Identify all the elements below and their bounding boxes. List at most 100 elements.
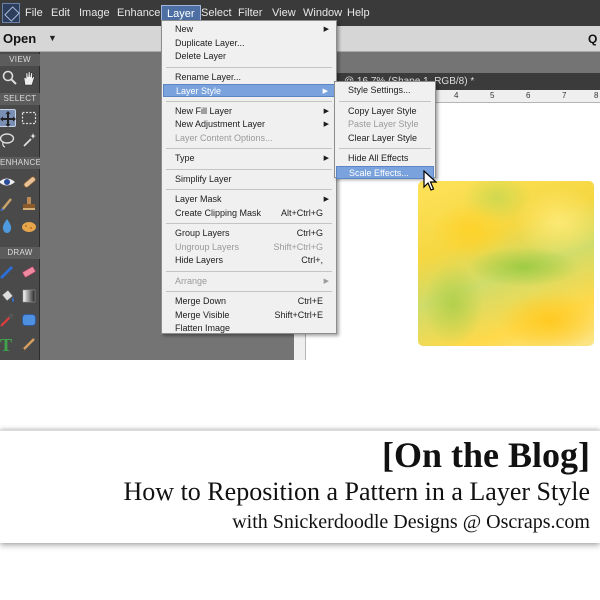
- brush-icon[interactable]: [0, 195, 16, 213]
- ruler-number: 4: [454, 91, 459, 100]
- menu-item-simplify-layer[interactable]: Simplify Layer: [163, 173, 335, 186]
- banner-byline: with Snickerdoodle Designs @ Oscraps.com: [232, 511, 590, 533]
- open-dropdown-icon[interactable]: ▼: [48, 33, 57, 43]
- watercolor-pattern-shape[interactable]: [418, 181, 594, 346]
- menu-item-paste-layer-style: Paste Layer Style: [336, 118, 434, 131]
- lasso-icon[interactable]: [0, 131, 16, 149]
- menu-item-layer-style[interactable]: Layer Style ▶: [163, 84, 335, 97]
- menu-item-label: Create Clipping Mask: [175, 207, 262, 218]
- menu-item-new-fill-layer[interactable]: New Fill Layer ▶: [163, 105, 335, 118]
- menu-item-label: Delete Layer: [175, 51, 227, 61]
- menu-item-flatten-image[interactable]: Flatten Image: [163, 322, 335, 335]
- shape-icon[interactable]: [20, 311, 38, 329]
- menu-item-delete-layer[interactable]: Delete Layer: [163, 50, 335, 63]
- menu-item-hide-layers[interactable]: Hide Layers Ctrl+,: [163, 254, 335, 267]
- eraser-icon[interactable]: [20, 263, 38, 281]
- menu-window[interactable]: Window: [303, 7, 342, 20]
- menu-item-style-settings[interactable]: Style Settings...: [336, 84, 434, 97]
- tool-panel: VIEW SELECT ENHANCE DRAW T: [0, 52, 42, 360]
- menu-edit[interactable]: Edit: [51, 7, 70, 20]
- menu-item-group-layers[interactable]: Group Layers Ctrl+G: [163, 227, 335, 240]
- menu-item-layer-mask[interactable]: Layer Mask ▶: [163, 193, 335, 206]
- menu-item-rename-layer[interactable]: Rename Layer...: [163, 71, 335, 84]
- menu-item-label: New: [175, 24, 194, 34]
- menu-item-scale-effects[interactable]: Scale Effects...: [336, 165, 434, 179]
- menu-view[interactable]: View: [272, 7, 296, 20]
- menu-item-label: Group Layers: [175, 228, 230, 238]
- menu-item-label: New Adjustment Layer: [175, 119, 266, 129]
- menu-item-label: Rename Layer...: [175, 71, 242, 82]
- clone-stamp-icon[interactable]: [20, 195, 38, 213]
- banner-heading: [On the Blog]: [381, 435, 590, 475]
- menu-image[interactable]: Image: [79, 7, 110, 20]
- layer-style-submenu: Style Settings... Copy Layer Style Paste L…: [334, 81, 436, 179]
- menu-separator: [166, 291, 332, 292]
- section-view: VIEW: [0, 54, 40, 66]
- menu-item-create-clipping-mask[interactable]: Create Clipping Mask Alt+Ctrl+G: [163, 207, 335, 220]
- blur-drop-icon[interactable]: [0, 217, 16, 235]
- eyedropper-icon[interactable]: [0, 311, 16, 329]
- menu-separator: [166, 223, 332, 224]
- move-icon[interactable]: [0, 109, 16, 127]
- menu-item-label: Clear Layer Style: [348, 132, 418, 143]
- menu-item-label: Layer Mask: [175, 194, 222, 204]
- menu-item-label: Hide All Effects: [348, 153, 409, 163]
- menu-enhance[interactable]: Enhance: [117, 7, 160, 20]
- menu-item-shortcut: Ctrl+G: [296, 228, 323, 238]
- sponge-icon[interactable]: [20, 217, 38, 235]
- zoom-icon[interactable]: [1, 69, 19, 87]
- menu-item-label: Simplify Layer: [175, 173, 232, 184]
- open-button[interactable]: Open: [3, 31, 36, 46]
- eye-icon[interactable]: [0, 173, 16, 191]
- menu-item-label: Flatten Image: [175, 323, 231, 333]
- menu-item-label: Scale Effects...: [349, 167, 409, 178]
- type-icon[interactable]: T: [0, 335, 16, 353]
- menu-item-label: Layer Style: [176, 86, 222, 96]
- menu-item-duplicate-layer[interactable]: Duplicate Layer...: [163, 37, 335, 50]
- magic-wand-icon[interactable]: [20, 131, 38, 149]
- marquee-icon[interactable]: [20, 109, 38, 127]
- menu-item-new-adjustment-layer[interactable]: New Adjustment Layer ▶: [163, 118, 335, 131]
- paint-bucket-icon[interactable]: [0, 287, 16, 305]
- pencil-icon[interactable]: [0, 263, 16, 281]
- menu-item-label: Duplicate Layer...: [175, 37, 245, 48]
- menu-item-clear-layer-style[interactable]: Clear Layer Style: [336, 132, 434, 145]
- section-select: SELECT: [0, 93, 40, 105]
- menu-item-label: Hide Layers: [175, 255, 224, 265]
- svg-text:T: T: [0, 335, 12, 353]
- section-draw: DRAW: [0, 247, 40, 259]
- pencil2-icon[interactable]: [20, 335, 38, 353]
- menu-item-layer-content-options: Layer Content Options...: [163, 132, 335, 145]
- menu-item-label: Merge Down: [175, 296, 227, 306]
- menu-item-label: Ungroup Layers: [175, 241, 240, 252]
- menu-item-type[interactable]: Type ▶: [163, 152, 335, 165]
- menu-item-copy-layer-style[interactable]: Copy Layer Style: [336, 105, 434, 118]
- submenu-arrow-icon: ▶: [323, 196, 329, 203]
- menu-item-label: Copy Layer Style: [348, 105, 417, 116]
- menu-select[interactable]: Select: [201, 7, 232, 20]
- menu-item-hide-all-effects[interactable]: Hide All Effects: [336, 152, 434, 165]
- menu-filter[interactable]: Filter: [238, 7, 262, 20]
- menu-separator: [339, 100, 431, 102]
- menu-file[interactable]: File: [25, 7, 43, 20]
- menu-item-new[interactable]: New ▶: [163, 23, 335, 36]
- layer-menu: New ▶ Duplicate Layer... Delete Layer Rename…: [161, 20, 337, 334]
- submenu-arrow-icon: ▶: [322, 88, 328, 95]
- menu-item-label: Arrange: [175, 275, 208, 286]
- menu-help[interactable]: Help: [347, 7, 370, 20]
- menu-separator: [166, 100, 332, 102]
- brush-heal-icon[interactable]: [20, 173, 38, 191]
- submenu-arrow-icon: ▶: [323, 26, 329, 33]
- menu-separator: [166, 66, 332, 68]
- blog-banner: [On the Blog] How to Reposition a Patter…: [0, 430, 600, 543]
- menu-item-merge-visible[interactable]: Merge Visible Shift+Ctrl+E: [163, 309, 335, 322]
- submenu-arrow-icon: ▶: [323, 107, 329, 115]
- menu-item-arrange: Arrange ▶: [163, 275, 335, 288]
- section-enhance: ENHANCE: [0, 157, 42, 169]
- menu-item-shortcut: Shift+Ctrl+G: [273, 241, 323, 252]
- ruler-number: 8: [594, 91, 599, 100]
- menu-item-merge-down[interactable]: Merge Down Ctrl+E: [163, 295, 335, 308]
- hand-icon[interactable]: [20, 69, 38, 87]
- gradient-icon[interactable]: [20, 287, 38, 305]
- menu-item-label: Layer Content Options...: [175, 132, 273, 143]
